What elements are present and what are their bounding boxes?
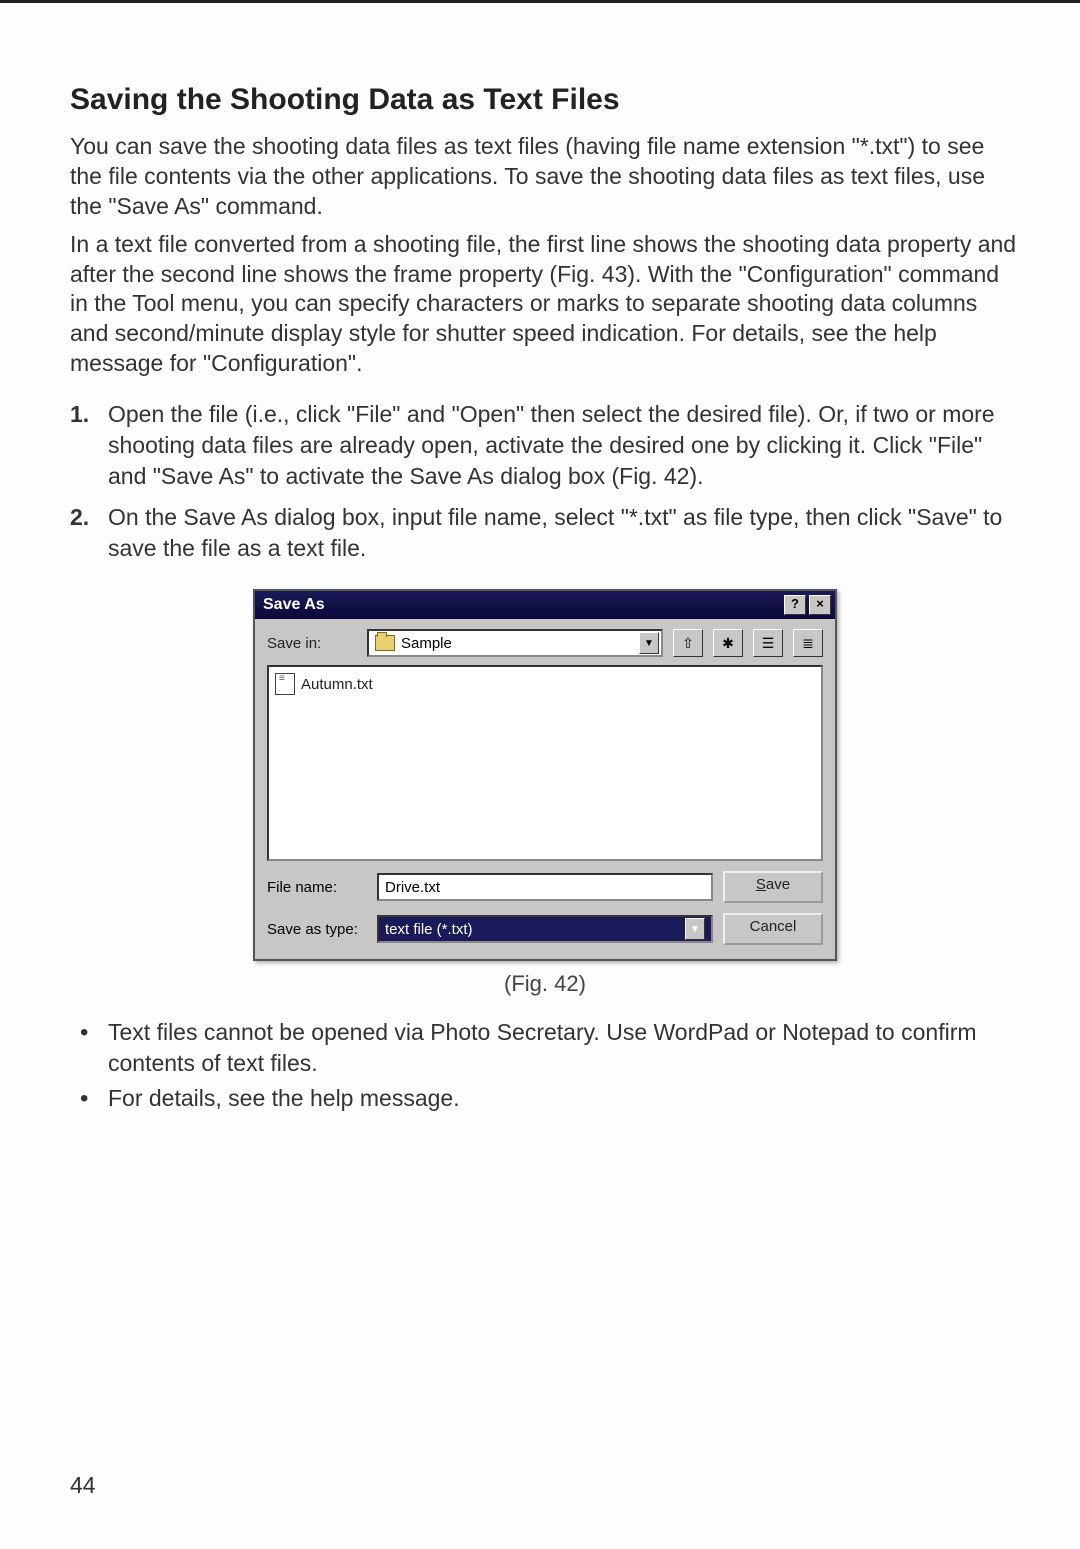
step-text: On the Save As dialog box, input file na… — [108, 504, 1002, 561]
cancel-button[interactable]: Cancel — [723, 913, 823, 945]
close-button[interactable]: × — [809, 595, 831, 615]
save-button[interactable]: Save — [723, 871, 823, 903]
step-number: 2. — [70, 502, 89, 533]
file-name-label: File name: — [267, 879, 367, 896]
save-as-type-value: text file (*.txt) — [385, 921, 473, 938]
save-as-dialog: Save As ? × Save in: Sample ▼ ⇧ ✱ ☰ — [253, 589, 837, 961]
file-item[interactable]: Autumn.txt — [275, 673, 815, 695]
titlebar-buttons: ? × — [784, 595, 831, 615]
dialog-title: Save As — [263, 596, 325, 614]
file-list-area[interactable]: Autumn.txt — [267, 665, 823, 861]
chevron-down-icon[interactable]: ▼ — [685, 918, 705, 940]
figure-caption: (Fig. 42) — [70, 971, 1020, 997]
step-number: 1. — [70, 399, 89, 430]
details-view-icon[interactable]: ≣ — [793, 629, 823, 657]
steps-list: 1. Open the file (i.e., click "File" and… — [70, 399, 1020, 564]
save-in-label: Save in: — [267, 635, 357, 652]
page-number: 44 — [70, 1472, 96, 1499]
file-name-value: Drive.txt — [385, 879, 440, 896]
up-one-level-icon[interactable]: ⇧ — [673, 629, 703, 657]
save-in-row: Save in: Sample ▼ ⇧ ✱ ☰ ≣ — [255, 619, 835, 665]
save-in-value: Sample — [401, 635, 452, 652]
save-in-dropdown[interactable]: Sample ▼ — [367, 629, 663, 657]
new-folder-icon[interactable]: ✱ — [713, 629, 743, 657]
dialog-figure: Save As ? × Save in: Sample ▼ ⇧ ✱ ☰ — [70, 589, 1020, 961]
step-item: 2. On the Save As dialog box, input file… — [70, 502, 1020, 564]
save-as-type-label: Save as type: — [267, 921, 367, 938]
bullet-item: For details, see the help message. — [70, 1083, 1020, 1114]
dialog-bottom-rows: File name: Drive.txt Save Save as type: … — [255, 861, 835, 959]
step-item: 1. Open the file (i.e., click "File" and… — [70, 399, 1020, 492]
bullet-list: Text files cannot be opened via Photo Se… — [70, 1017, 1020, 1114]
folder-icon — [375, 635, 395, 651]
help-button[interactable]: ? — [784, 595, 806, 615]
list-view-icon[interactable]: ☰ — [753, 629, 783, 657]
file-item-name: Autumn.txt — [301, 676, 373, 693]
paragraph-2: In a text file converted from a shooting… — [70, 230, 1020, 379]
file-name-input[interactable]: Drive.txt — [377, 873, 713, 901]
save-as-type-dropdown[interactable]: text file (*.txt) ▼ — [377, 915, 713, 943]
bullet-item: Text files cannot be opened via Photo Se… — [70, 1017, 1020, 1079]
page-heading: Saving the Shooting Data as Text Files — [70, 83, 1020, 117]
text-file-icon — [275, 673, 295, 695]
step-text: Open the file (i.e., click "File" and "O… — [108, 401, 995, 489]
chevron-down-icon[interactable]: ▼ — [639, 632, 659, 654]
paragraph-1: You can save the shooting data files as … — [70, 132, 1020, 222]
page: Saving the Shooting Data as Text Files Y… — [0, 0, 1080, 1549]
dialog-titlebar: Save As ? × — [255, 591, 835, 619]
